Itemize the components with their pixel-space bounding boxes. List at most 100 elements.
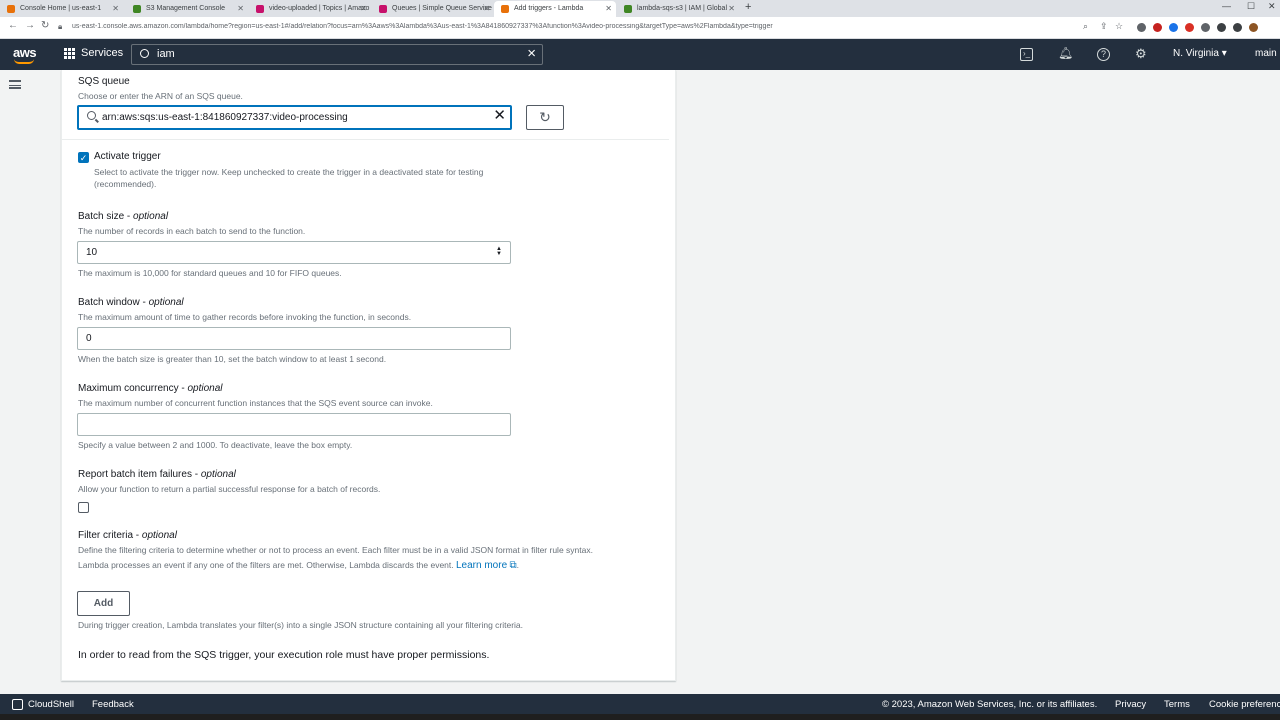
- minimize-icon[interactable]: —: [1222, 1, 1231, 11]
- activate-trigger-checkbox[interactable]: ✓: [78, 152, 89, 163]
- lambda-favicon-icon: [501, 5, 509, 13]
- zoom-icon[interactable]: ⌕: [1083, 21, 1088, 32]
- sqs-queue-input[interactable]: arn:aws:sqs:us-east-1:841860927337:video…: [77, 105, 512, 130]
- batch-window-input[interactable]: 0: [77, 327, 511, 350]
- extension-icon[interactable]: [1201, 23, 1210, 32]
- report-failures-description: Allow your function to return a partial …: [78, 484, 381, 494]
- max-concurrency-hint: Specify a value between 2 and 1000. To d…: [78, 440, 353, 450]
- activate-trigger-label: Activate trigger: [94, 151, 161, 162]
- trigger-configuration-panel: SQS queue Choose or enter the ARN of an …: [61, 70, 676, 681]
- batch-size-label: Batch size - optional: [78, 211, 169, 222]
- report-failures-checkbox[interactable]: [78, 502, 89, 513]
- filter-criteria-hint: During trigger creation, Lambda translat…: [78, 620, 524, 630]
- learn-more-link[interactable]: Learn more: [456, 560, 507, 571]
- extension-icon[interactable]: [1137, 23, 1146, 32]
- aws-top-nav: aws Services iam × ›_ 🔔︎ ? ⚙ N. Virginia…: [0, 39, 1280, 70]
- back-icon[interactable]: ←: [8, 20, 18, 31]
- add-filter-button[interactable]: Add: [77, 591, 130, 616]
- sqs-queue-description: Choose or enter the ARN of an SQS queue.: [78, 91, 243, 101]
- filter-criteria-description-2: Lambda processes an event if any one of …: [78, 560, 520, 571]
- terms-link[interactable]: Terms: [1164, 699, 1190, 710]
- bookmark-star-icon[interactable]: ☆: [1115, 21, 1123, 32]
- browser-tab[interactable]: Console Home | us-east-1 ✕: [0, 1, 123, 17]
- services-menu-button[interactable]: Services: [64, 47, 123, 59]
- forward-icon[interactable]: →: [25, 20, 35, 31]
- browser-tab-active[interactable]: Add triggers - Lambda ✕: [494, 1, 616, 17]
- sqs-favicon-icon: [379, 5, 387, 13]
- browser-url-bar: ← → ↻ 🔒︎ us-east-1.console.aws.amazon.co…: [0, 17, 1280, 39]
- account-menu[interactable]: main: [1255, 48, 1277, 59]
- stepper-arrows-icon[interactable]: ▲ ▼: [496, 246, 502, 257]
- browser-tab[interactable]: lambda-sqs-s3 | IAM | Global ✕: [617, 1, 739, 17]
- sns-favicon-icon: [256, 5, 264, 13]
- cloudshell-link[interactable]: CloudShell: [28, 699, 74, 710]
- refresh-button[interactable]: ↻: [526, 105, 564, 130]
- aws-logo-smile-icon: [14, 59, 34, 64]
- permissions-note: In order to read from the SQS trigger, y…: [78, 649, 490, 661]
- region-selector[interactable]: N. Virginia ▾: [1173, 48, 1227, 59]
- browser-tab[interactable]: Queues | Simple Queue Service ✕: [372, 1, 494, 17]
- close-window-icon[interactable]: ✕: [1268, 1, 1276, 12]
- max-concurrency-input[interactable]: [77, 413, 511, 436]
- notifications-bell-icon[interactable]: 🔔︎: [1058, 46, 1073, 60]
- search-icon: [87, 111, 96, 120]
- batch-window-description: The maximum amount of time to gather rec…: [78, 312, 412, 322]
- browser-tab-strip: Console Home | us-east-1 ✕ S3 Management …: [0, 0, 1280, 17]
- close-tab-icon[interactable]: ✕: [237, 1, 244, 16]
- aws-favicon-icon: [7, 5, 15, 13]
- batch-size-description: The number of records in each batch to s…: [78, 226, 306, 236]
- filter-criteria-description: Define the filtering criteria to determi…: [78, 545, 593, 555]
- batch-size-input[interactable]: 10 ▲ ▼: [77, 241, 511, 264]
- cloudshell-icon[interactable]: [12, 699, 23, 710]
- grid-icon: [64, 48, 75, 59]
- feedback-link[interactable]: Feedback: [92, 699, 134, 710]
- sidebar: [0, 70, 30, 694]
- extension-icon[interactable]: [1185, 23, 1194, 32]
- browser-tab[interactable]: video-uploaded | Topics | Amazo ✕: [249, 1, 371, 17]
- s3-favicon-icon: [133, 5, 141, 13]
- sidebar-icon[interactable]: [1233, 23, 1242, 32]
- max-concurrency-label: Maximum concurrency - optional: [78, 383, 223, 394]
- extensions-puzzle-icon[interactable]: [1217, 23, 1226, 32]
- filter-criteria-label: Filter criteria - optional: [78, 530, 177, 541]
- reload-icon[interactable]: ↻: [41, 20, 49, 31]
- cookie-preferences-link[interactable]: Cookie preferences: [1209, 699, 1280, 710]
- help-icon[interactable]: ?: [1097, 48, 1110, 61]
- search-input[interactable]: iam ×: [131, 44, 543, 65]
- sqs-queue-label: SQS queue: [78, 76, 130, 87]
- close-tab-icon[interactable]: ✕: [605, 1, 612, 16]
- batch-window-label: Batch window - optional: [78, 297, 184, 308]
- close-tab-icon[interactable]: ✕: [728, 1, 735, 16]
- lock-icon[interactable]: 🔒︎: [58, 22, 62, 32]
- menu-hamburger-icon[interactable]: [9, 80, 21, 89]
- settings-gear-icon[interactable]: ⚙: [1135, 46, 1147, 62]
- share-icon[interactable]: ⇪: [1100, 21, 1108, 32]
- extension-icon[interactable]: [1153, 23, 1162, 32]
- search-icon: [140, 49, 149, 58]
- external-link-icon[interactable]: ⧉: [510, 560, 517, 571]
- cloudshell-icon[interactable]: ›_: [1020, 48, 1033, 61]
- refresh-icon: ↻: [539, 109, 551, 125]
- close-tab-icon[interactable]: ✕: [360, 1, 367, 16]
- clear-input-icon[interactable]: ✕: [493, 106, 506, 124]
- close-tab-icon[interactable]: ✕: [112, 1, 119, 16]
- batch-size-hint: The maximum is 10,000 for standard queue…: [78, 268, 342, 278]
- url-text[interactable]: us-east-1.console.aws.amazon.com/lambda/…: [72, 23, 1072, 30]
- maximize-icon[interactable]: ☐: [1247, 1, 1255, 12]
- profile-avatar[interactable]: [1249, 23, 1258, 32]
- max-concurrency-description: The maximum number of concurrent functio…: [78, 398, 433, 408]
- browser-tab[interactable]: S3 Management Console ✕: [126, 1, 248, 17]
- activate-trigger-description: Select to activate the trigger now. Keep…: [94, 167, 484, 189]
- iam-favicon-icon: [624, 5, 632, 13]
- report-failures-label: Report batch item failures - optional: [78, 469, 236, 480]
- os-taskbar: [0, 714, 1280, 720]
- extension-icon[interactable]: [1169, 23, 1178, 32]
- clear-search-icon[interactable]: ×: [527, 45, 536, 62]
- divider: [62, 139, 669, 140]
- batch-window-hint: When the batch size is greater than 10, …: [78, 354, 387, 364]
- copyright-text: © 2023, Amazon Web Services, Inc. or its…: [882, 699, 1098, 710]
- aws-logo[interactable]: aws: [13, 45, 37, 60]
- new-tab-icon[interactable]: +: [745, 1, 751, 13]
- privacy-link[interactable]: Privacy: [1115, 699, 1146, 710]
- close-tab-icon[interactable]: ✕: [483, 1, 490, 16]
